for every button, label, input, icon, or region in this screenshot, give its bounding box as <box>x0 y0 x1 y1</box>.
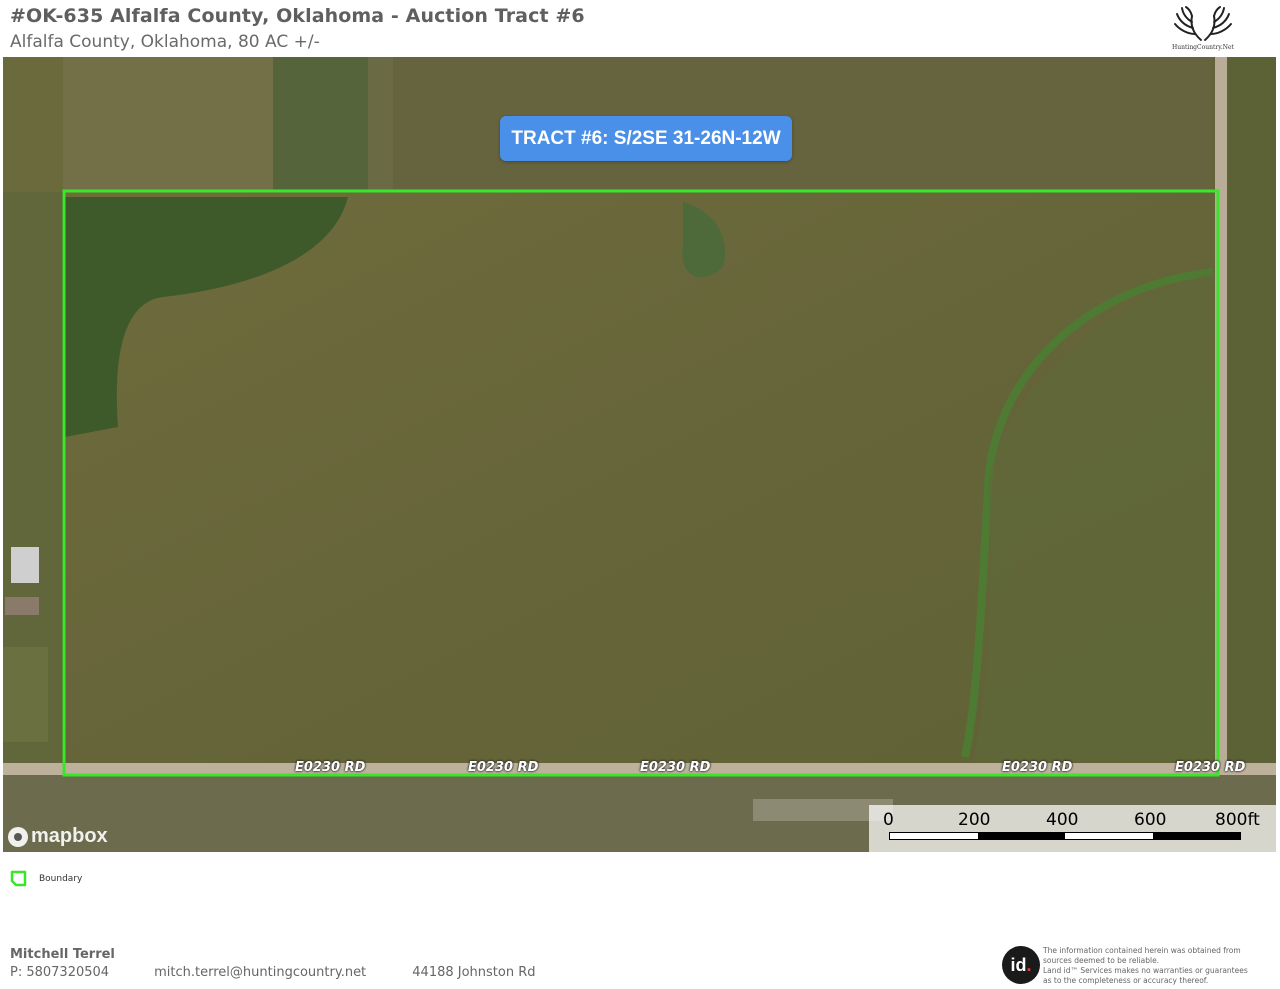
boundary-icon <box>10 870 27 887</box>
land-id-logo-dot: . <box>1026 954 1032 975</box>
agent-address: 44188 Johnston Rd <box>412 965 536 980</box>
legend-label-boundary: Boundary <box>39 873 83 884</box>
land-id-logo-text: id <box>1010 954 1027 975</box>
scale-graphic <box>889 832 1241 840</box>
tract-label[interactable]: TRACT #6: S/2SE 31-26N-12W <box>500 116 792 161</box>
mapbox-attribution[interactable]: mapbox <box>8 825 108 848</box>
agent-contact: Mitchell Terrel P: 5807320504 mitch.terr… <box>10 947 536 980</box>
logo-text: HuntingCountry.Net <box>1172 44 1234 51</box>
scale-segment <box>977 833 1065 839</box>
legend: Boundary <box>10 870 82 887</box>
disclaimer-line: as to the completeness or accuracy there… <box>1043 976 1209 985</box>
scale-segment <box>1065 833 1153 839</box>
scale-tick: 800ft <box>1215 810 1260 830</box>
scale-tick: 600 <box>1134 810 1167 830</box>
scale-segment <box>890 833 978 839</box>
disclaimer-line: The information contained herein was obt… <box>1043 946 1241 955</box>
land-id-logo: id. <box>1002 946 1040 984</box>
road-label: E0230 RD <box>1175 760 1246 775</box>
satellite-imagery <box>3 57 1276 852</box>
disclaimer-line: Land id™ Services makes no warranties or… <box>1043 966 1248 975</box>
antlers-icon <box>1174 6 1232 41</box>
road-label: E0230 RD <box>468 760 539 775</box>
page-subtitle: Alfalfa County, Oklahoma, 80 AC +/- <box>10 32 320 52</box>
mapbox-text: mapbox <box>31 825 108 847</box>
scale-tick: 200 <box>958 810 991 830</box>
road-label: E0230 RD <box>640 760 711 775</box>
mapbox-logo-icon <box>8 826 28 847</box>
road-label: E0230 RD <box>295 760 366 775</box>
agent-email[interactable]: mitch.terrel@huntingcountry.net <box>154 965 408 980</box>
huntingcountry-logo: HuntingCountry.Net <box>1170 4 1236 54</box>
header: #OK-635 Alfalfa County, Oklahoma - Aucti… <box>10 5 1160 52</box>
scale-bar: 0 200 400 600 800ft <box>869 805 1276 852</box>
scale-tick: 0 <box>883 810 894 830</box>
scale-tick: 400 <box>1046 810 1079 830</box>
scale-segment <box>1152 833 1240 839</box>
map-view[interactable]: TRACT #6: S/2SE 31-26N-12W E0230 RD E023… <box>3 57 1276 852</box>
agent-phone[interactable]: P: 5807320504 <box>10 965 150 980</box>
disclaimer: The information contained herein was obt… <box>1043 946 1275 986</box>
road-label: E0230 RD <box>1002 760 1073 775</box>
page-title: #OK-635 Alfalfa County, Oklahoma - Aucti… <box>10 5 585 27</box>
agent-name: Mitchell Terrel <box>10 947 115 962</box>
disclaimer-line: sources deemed to be reliable. <box>1043 956 1160 965</box>
